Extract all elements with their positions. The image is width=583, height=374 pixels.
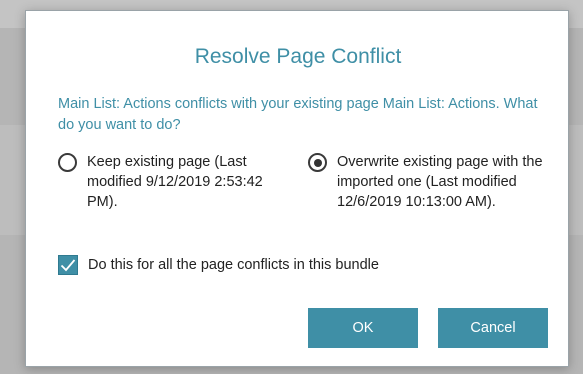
apply-all-checkbox-row[interactable]: Do this for all the page conflicts in th… [58, 255, 379, 275]
apply-all-checkbox[interactable] [58, 255, 78, 275]
radio-unselected-icon[interactable] [58, 153, 77, 172]
dialog-title: Resolve Page Conflict [194, 45, 402, 68]
dialog-message: Main List: Actions conflicts with your e… [58, 96, 538, 133]
apply-all-label: Do this for all the page conflicts in th… [88, 257, 379, 273]
keep-existing-label: Keep existing page (Last modified 9/12/2… [87, 154, 263, 210]
resolve-conflict-dialog: Resolve Page Conflict Main List: Actions… [25, 10, 569, 367]
radio-selected-icon[interactable] [308, 153, 327, 172]
overwrite-label: Overwrite existing page with the importe… [337, 154, 543, 210]
keep-existing-option[interactable]: Keep existing page (Last modified 9/12/2… [58, 152, 288, 212]
checkmark-icon [60, 259, 76, 272]
ok-button[interactable]: OK [308, 308, 418, 348]
cancel-button[interactable]: Cancel [438, 308, 548, 348]
overwrite-option[interactable]: Overwrite existing page with the importe… [308, 152, 560, 212]
